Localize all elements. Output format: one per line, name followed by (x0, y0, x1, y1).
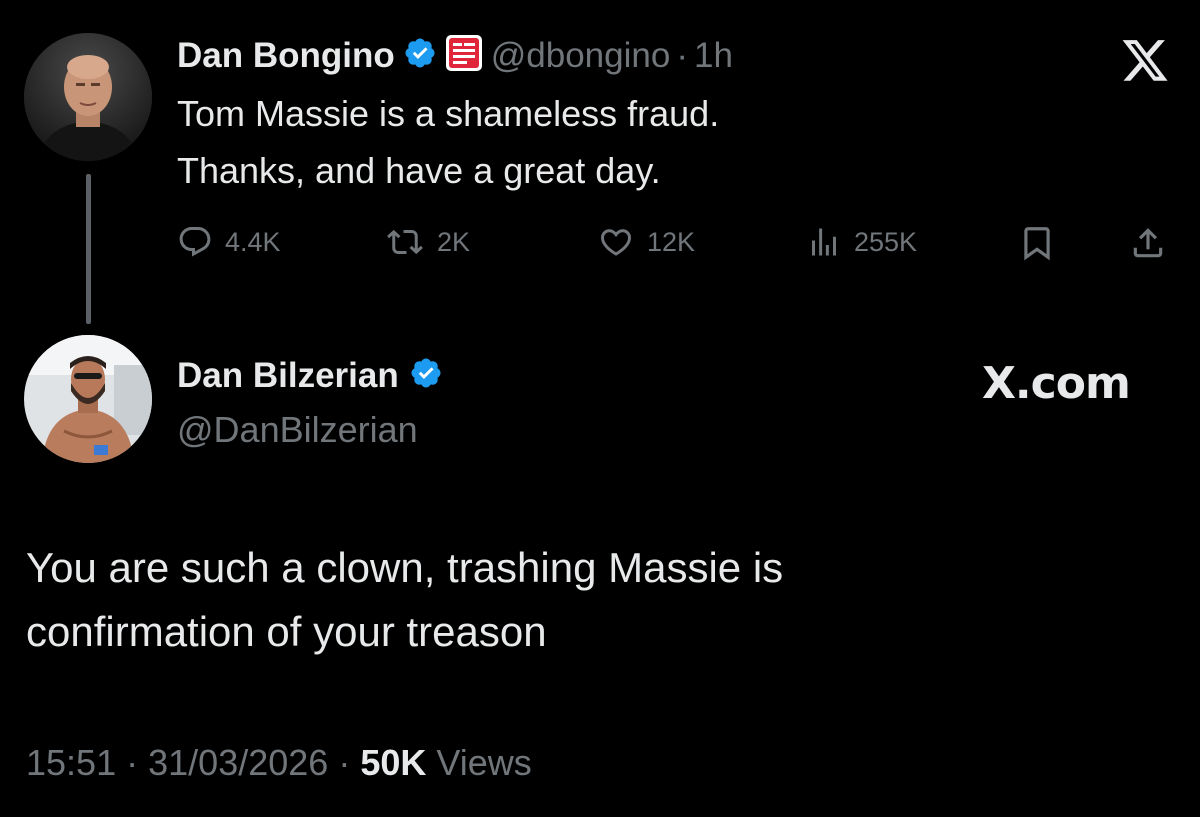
reply-author-name[interactable]: Dan Bilzerian (177, 358, 399, 393)
views-count-bold: 50K (360, 742, 427, 783)
like-count: 12K (647, 226, 696, 257)
tweet-time[interactable]: 15:51 (26, 742, 116, 783)
reply-tweet-header: Dan Bilzerian (177, 355, 443, 395)
original-tweet-text-line-1: Tom Massie is a shameless fraud. (177, 93, 720, 134)
views-count: 255K (854, 226, 918, 257)
avatar-dan-bongino[interactable] (24, 33, 152, 161)
reply-author-handle[interactable]: @DanBilzerian (177, 410, 418, 450)
like-icon (597, 224, 635, 260)
thread-connector-line (86, 174, 91, 324)
views-button[interactable]: 255K (806, 224, 917, 260)
x-com-brand: X.com (982, 358, 1131, 409)
views-label: Views (436, 742, 532, 783)
like-button[interactable]: 12K (597, 224, 695, 260)
reply-tweet-text: You are such a clown, trashing Massie is… (26, 544, 784, 655)
author-handle[interactable]: @dbongino (491, 38, 671, 73)
tweet-date[interactable]: 31/03/2026 (148, 742, 328, 783)
views-icon (806, 224, 842, 260)
verified-badge-icon (403, 36, 437, 75)
meta-separator: · (338, 742, 351, 783)
reply-icon (177, 224, 213, 260)
share-icon[interactable] (1129, 224, 1167, 267)
reply-count: 4.4K (225, 226, 281, 257)
reply-button[interactable]: 4.4K (177, 224, 281, 260)
avatar-dan-bilzerian[interactable] (24, 335, 152, 463)
x-logo-icon[interactable] (1120, 40, 1170, 91)
repost-icon (385, 224, 425, 260)
brand-label: X.com (982, 358, 1131, 409)
news-affiliate-badge-icon[interactable] (445, 34, 483, 77)
author-name[interactable]: Dan Bongino (177, 38, 395, 73)
verified-badge-icon (409, 356, 443, 395)
repost-count: 2K (437, 226, 471, 257)
time-ago[interactable]: 1h (694, 38, 733, 73)
repost-button[interactable]: 2K (385, 224, 470, 260)
original-tweet-header: Dan Bongino @dbongino · 1h (177, 34, 733, 77)
original-tweet-text-line-2: Thanks, and have a great day. (177, 150, 661, 191)
time-separator: · (676, 35, 688, 75)
bookmark-icon[interactable] (1018, 224, 1056, 267)
meta-separator: · (126, 742, 139, 783)
reply-tweet-meta: 15:51 · 31/03/2026 · 50K Views (26, 742, 532, 784)
